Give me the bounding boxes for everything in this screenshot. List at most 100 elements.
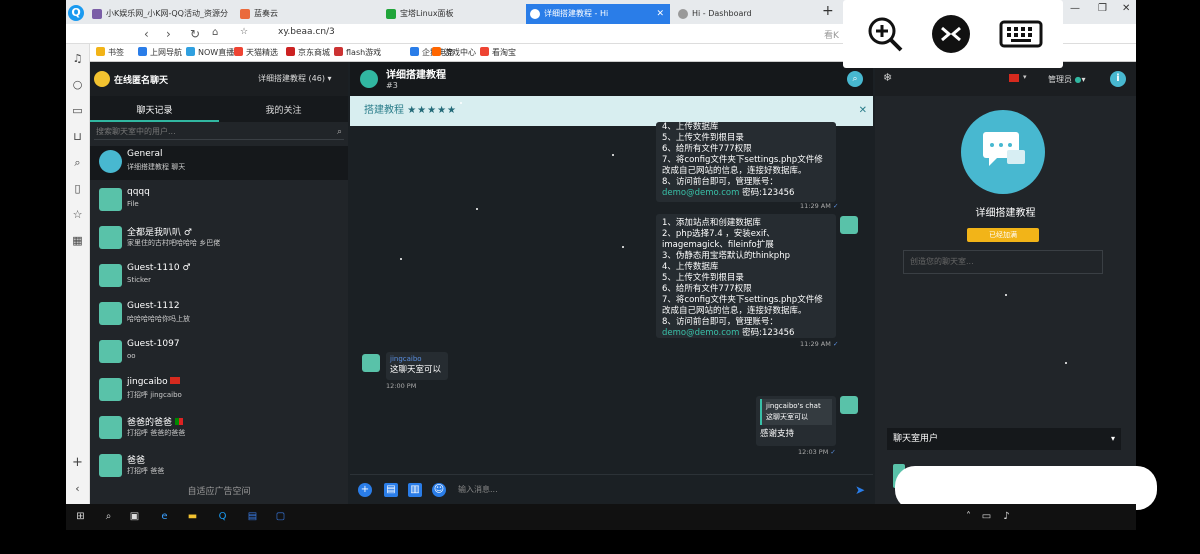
user-avatar-icon[interactable]	[362, 354, 380, 372]
search-icon[interactable]: ⌕	[71, 156, 84, 169]
tab-1[interactable]: 蓝奏云	[236, 4, 376, 24]
message-line: 改成自己网站的信息，连接好数据库。	[662, 306, 807, 316]
list-item[interactable]: 爸爸 打招呼 爸爸	[90, 450, 348, 484]
user-avatar-icon	[99, 226, 122, 249]
bookmark-item[interactable]: 书签	[96, 47, 124, 58]
time-text: 11:29 AM	[800, 340, 831, 348]
bookmark-item[interactable]: 上网导航	[138, 47, 182, 58]
admin-menu[interactable]: 管理员 ●▾	[1048, 74, 1086, 85]
edge-icon[interactable]: e	[158, 510, 171, 523]
bookmark-item[interactable]: NOW直播	[186, 47, 234, 58]
user-avatar-icon[interactable]	[840, 396, 858, 414]
app-icon[interactable]: ▤	[246, 510, 259, 523]
tab-2[interactable]: 宝塔Linux面板	[382, 4, 522, 24]
tab-3[interactable]: 详细搭建教程 - Hi ✕	[526, 4, 670, 24]
chevron-down-icon[interactable]: ▾	[1023, 73, 1027, 81]
snowflake-icon[interactable]: ❄	[883, 71, 892, 84]
tab-4[interactable]: Hi - Dashboard	[674, 4, 814, 24]
shortcut-icon[interactable]: ♫	[71, 52, 84, 65]
close-window-icon[interactable]: ✕	[1122, 3, 1130, 14]
bookmark-item[interactable]: 游戏中心	[432, 47, 476, 58]
list-item[interactable]: General 详细搭建教程 聊天	[90, 146, 348, 180]
bookmark-item[interactable]: 天猫精选	[234, 47, 278, 58]
translate-icon[interactable]: ▦	[71, 234, 84, 247]
tab-following[interactable]: 我的关注	[219, 103, 348, 116]
start-icon[interactable]: ⊞	[74, 510, 87, 523]
file-icon[interactable]: ▤	[384, 483, 398, 497]
message-line: demo@demo.com 密码:123456	[662, 188, 830, 199]
volume-icon[interactable]: ♪	[1000, 510, 1013, 523]
add-icon[interactable]: +	[71, 456, 84, 469]
create-room-input[interactable]: 创造您的聊天室...	[903, 250, 1103, 274]
language-flag-icon[interactable]	[1009, 74, 1019, 82]
remote-desktop-icon[interactable]	[931, 14, 971, 54]
back-icon[interactable]: ‹	[144, 27, 149, 41]
browser-icon[interactable]: Q	[216, 510, 229, 523]
room-selector[interactable]: 详细搭建教程 (46) ▾	[258, 73, 332, 84]
search-icon[interactable]: ⌕	[337, 124, 342, 140]
chevron-down-icon: ▾	[1110, 434, 1115, 443]
bookmark-icon	[138, 47, 147, 56]
folder-icon[interactable]: ▬	[186, 510, 199, 523]
search-icon[interactable]: ⌕	[102, 510, 115, 523]
url-field[interactable]: xy.beaa.cn/3	[278, 27, 335, 37]
close-icon[interactable]: ✕	[859, 96, 867, 126]
user-avatar-icon[interactable]	[840, 216, 858, 234]
left-panel: 在线匿名聊天 详细搭建教程 (46) ▾ 聊天记录 我的关注 搜索聊天室中的用户…	[90, 62, 348, 504]
tab-close-icon[interactable]: ✕	[656, 4, 664, 24]
ad-space[interactable]: 自适应广告空间	[90, 484, 348, 497]
emoji-icon[interactable]: ☺	[432, 483, 446, 497]
list-item[interactable]: jingcaibo 打招呼 jingcaibo	[90, 374, 348, 408]
folder-icon[interactable]: ▥	[408, 483, 422, 497]
bookmark-icon	[234, 47, 243, 56]
new-tab-icon[interactable]: +	[822, 3, 834, 19]
message-author[interactable]: jingcaibo	[390, 354, 444, 365]
refresh-icon[interactable]: ↻	[190, 27, 200, 41]
send-icon[interactable]: ➤	[855, 483, 865, 497]
favorite-icon[interactable]: ☆	[71, 208, 84, 221]
info-icon[interactable]: i	[1110, 71, 1126, 87]
forward-icon[interactable]: ›	[166, 27, 171, 41]
avatar[interactable]	[94, 71, 110, 87]
restore-icon[interactable]: ❐	[1098, 3, 1107, 14]
network-icon[interactable]: ▭	[980, 510, 993, 523]
tab-chat-history[interactable]: 聊天记录	[90, 103, 219, 116]
tab-0[interactable]: 小K娱乐网_小K网-QQ活动_资源分享	[88, 4, 228, 24]
quoted-message[interactable]: jingcaibo's chat 这聊天室可以	[760, 399, 832, 425]
room-selector-label: 详细搭建教程 (46)	[258, 74, 325, 83]
email-link[interactable]: demo@demo.com	[662, 188, 739, 198]
room-users-header[interactable]: 聊天室用户 ▾	[887, 428, 1121, 450]
chat-icon[interactable]: ○	[71, 78, 84, 91]
zoom-in-icon[interactable]	[865, 14, 905, 54]
star-icon[interactable]: ☆	[240, 27, 248, 37]
list-item[interactable]: Guest-1112 哈哈哈哈哈你吗上放	[90, 298, 348, 332]
task-view-icon[interactable]: ▣	[128, 510, 141, 523]
bookmark-item[interactable]: 京东商城	[286, 47, 330, 58]
user-search-input[interactable]: 搜索聊天室中的用户... ⌕	[94, 124, 344, 140]
list-item[interactable]: 全都是我叭叭 ♂ 家里住的古村吧哈哈哈 乡巴佬	[90, 222, 348, 256]
cart-icon[interactable]: ⊔	[71, 130, 84, 143]
video-icon[interactable]: ▭	[71, 104, 84, 117]
message-input[interactable]: 输入消息...	[458, 484, 498, 495]
read-check-icon: ✓	[832, 202, 839, 210]
list-item[interactable]: 爸爸的爸爸 打招呼 爸爸的爸爸	[90, 412, 348, 446]
book-icon[interactable]: ▯	[71, 182, 84, 195]
app-icon[interactable]: ▢	[274, 510, 287, 523]
bookmark-item[interactable]: 看淘宝	[480, 47, 516, 58]
add-icon[interactable]: +	[358, 483, 372, 497]
list-item[interactable]: Guest-1110 ♂ Sticker	[90, 260, 348, 294]
keyboard-icon[interactable]	[999, 14, 1043, 54]
extra-label[interactable]: 看K	[824, 28, 839, 41]
message-line: 3、伪静态用宝塔默认的thinkphp	[662, 251, 790, 261]
search-icon[interactable]: ⌕	[847, 71, 863, 87]
list-item[interactable]: qqqq File	[90, 184, 348, 218]
minimize-icon[interactable]: —	[1070, 3, 1080, 14]
windows-taskbar: ⊞ ⌕ ▣ e ▬ Q ▤ ▢ ˄ ▭ ♪	[66, 504, 1136, 530]
collapse-icon[interactable]: ‹	[71, 482, 84, 495]
email-link[interactable]: demo@demo.com	[662, 328, 739, 338]
chat-preview: 打招呼 爸爸的爸爸	[127, 429, 186, 437]
list-item[interactable]: Guest-1097 oo	[90, 336, 348, 370]
tray-chevron-icon[interactable]: ˄	[962, 510, 975, 523]
home-icon[interactable]: ⌂	[212, 27, 218, 38]
bookmark-item[interactable]: flash游戏	[334, 47, 381, 58]
